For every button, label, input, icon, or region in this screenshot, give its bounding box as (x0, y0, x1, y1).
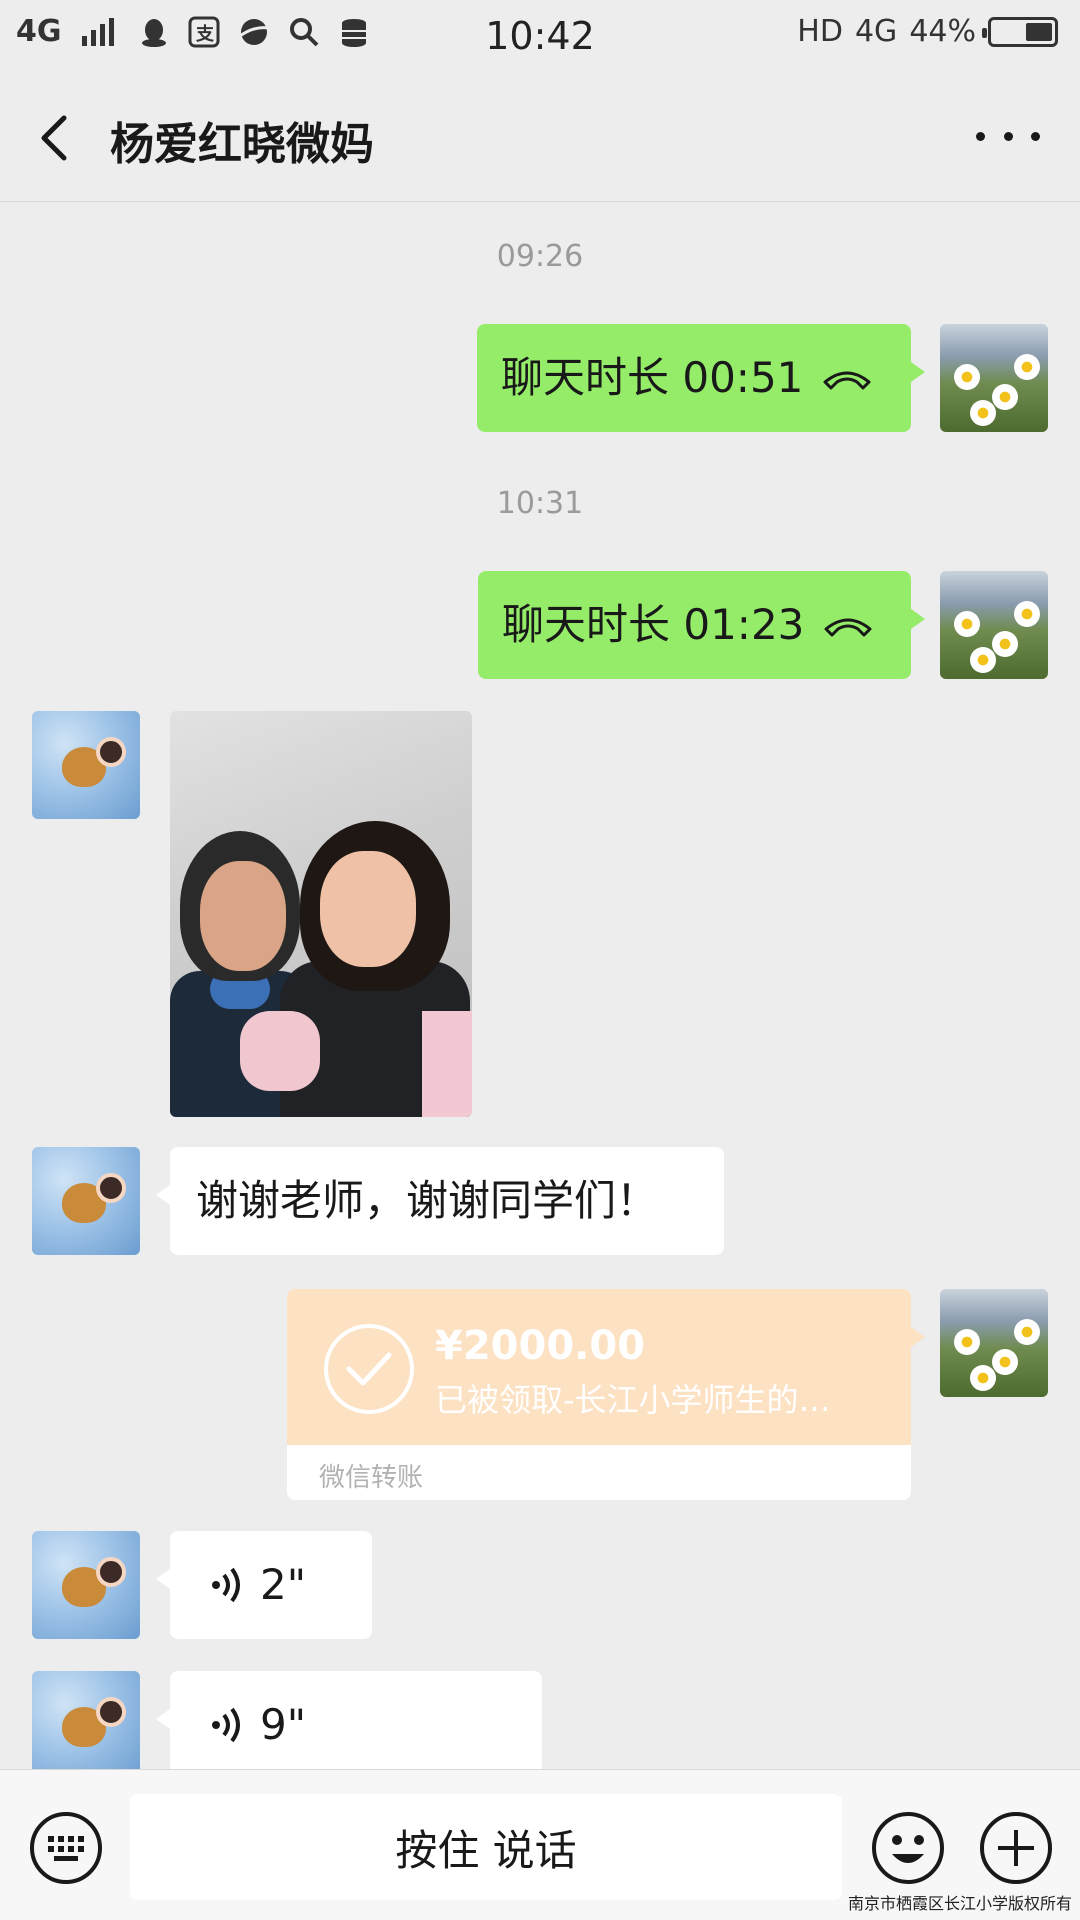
transfer-label: 微信转账 (319, 1463, 424, 1493)
checkmark-circle-icon (324, 1324, 414, 1414)
keyboard-icon[interactable] (28, 1810, 104, 1886)
network-type-2: 4G (854, 14, 898, 49)
my-avatar[interactable] (940, 324, 1048, 432)
transfer-amount: ¥2000.00 (435, 1323, 646, 1369)
contact-avatar[interactable] (32, 711, 140, 819)
timestamp: 09:26 (496, 239, 584, 274)
battery-percent: 44% (909, 14, 976, 49)
call-duration-text: 聊天时长 01:23 (502, 600, 805, 649)
voice-call-record-bubble[interactable]: 聊天时长 01:23 (478, 571, 925, 679)
voice-duration: 9" (260, 1700, 307, 1749)
phone-hangup-icon (824, 618, 872, 637)
transfer-status: 已被领取-长江小学师生的… (435, 1381, 831, 1419)
photo-message[interactable] (170, 711, 472, 1117)
text-message-bubble[interactable]: 谢谢老师，谢谢同学们！ (156, 1147, 724, 1255)
voice-wave-icon (212, 1567, 240, 1603)
voice-message-bubble[interactable]: 9" (156, 1671, 542, 1769)
bubble-tail (911, 1327, 925, 1347)
contact-avatar[interactable] (32, 1531, 140, 1639)
contact-avatar[interactable] (32, 1147, 140, 1255)
plus-icon[interactable] (978, 1810, 1054, 1886)
my-avatar[interactable] (940, 1289, 1048, 1397)
more-options-icon[interactable] (976, 116, 1040, 156)
hold-to-talk-button[interactable]: 按住 说话 (130, 1794, 842, 1900)
chat-message-list[interactable]: 09:26 聊天时长 00:51 10:31 聊天时长 01:23 谢谢老师，谢… (0, 203, 1080, 1769)
chat-header: 杨爱红晓微妈 (0, 76, 1080, 202)
timestamp: 10:31 (496, 486, 584, 521)
phone-hangup-icon (823, 371, 871, 390)
voice-message-bubble[interactable]: 2" (156, 1531, 372, 1639)
hd-label: HD (797, 14, 843, 49)
watermark: 南京市栖霞区长江小学版权所有 (847, 1894, 1072, 1913)
wechat-transfer-card[interactable]: ¥2000.00 已被领取-长江小学师生的… 微信转账 (287, 1289, 911, 1500)
message-text: 谢谢老师，谢谢同学们！ (196, 1176, 659, 1225)
my-avatar[interactable] (940, 571, 1048, 679)
status-bar: 4G 支 10:42 HD 4G 44% (0, 0, 1080, 76)
emoji-icon[interactable] (870, 1810, 946, 1886)
voice-duration: 2" (260, 1560, 307, 1609)
contact-name: 杨爱红晓微妈 (110, 119, 374, 170)
battery-icon (982, 16, 1058, 47)
back-arrow-icon[interactable] (30, 110, 86, 166)
call-duration-text: 聊天时长 00:51 (501, 353, 804, 402)
status-right: HD 4G 44% (797, 14, 1058, 49)
voice-call-record-bubble[interactable]: 聊天时长 00:51 (477, 324, 925, 432)
voice-wave-icon (212, 1707, 240, 1743)
contact-avatar[interactable] (32, 1671, 140, 1769)
